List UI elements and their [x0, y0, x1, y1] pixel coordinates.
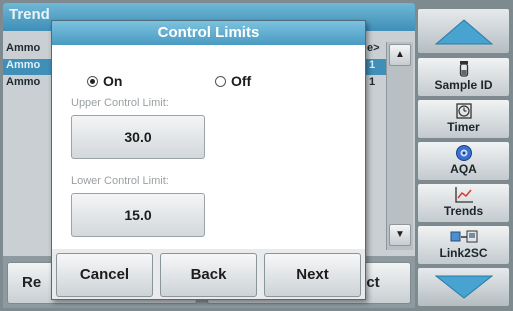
scroll-down-button[interactable]: ▼ — [389, 224, 411, 246]
lower-limit-field[interactable]: 15.0 — [71, 193, 205, 237]
dialog-footer: Cancel Back Next — [52, 249, 365, 299]
control-limits-dialog: Control Limits On Off Upper Control Limi… — [51, 20, 366, 300]
upper-limit-label: Upper Control Limit: — [71, 97, 169, 109]
next-button-label: Next — [296, 266, 329, 283]
sidebar-item-label: AQA — [450, 162, 477, 176]
sidebar-item-sample-id[interactable]: Sample ID — [417, 57, 510, 97]
dialog-title: Control Limits — [52, 21, 365, 45]
list-item-label: Ammo — [6, 42, 41, 54]
list-scrollbar[interactable]: ▲ ▼ — [386, 42, 413, 250]
back-button[interactable]: Back — [160, 253, 257, 297]
list-item-label: Ammo — [6, 76, 41, 88]
sidebar-item-link2sc[interactable]: Link2SC — [417, 225, 510, 265]
radio-off[interactable]: Off — [215, 73, 251, 89]
back-button-label: Back — [190, 266, 227, 283]
sidebar: Sample ID Timer AQA Trends Link2SC — [417, 3, 510, 308]
radio-on-label: On — [103, 73, 123, 89]
arrow-up-icon — [435, 19, 493, 45]
background-left-button-label: Re — [22, 274, 42, 291]
next-button[interactable]: Next — [264, 253, 361, 297]
sidebar-item-label: Timer — [447, 120, 480, 134]
dialog-body: On Off Upper Control Limit: 30.0 Lower C… — [52, 45, 365, 249]
list-item-value: 1 — [369, 76, 376, 88]
background-title: Trend — [9, 6, 50, 23]
sidebar-item-label: Sample ID — [434, 78, 493, 92]
upper-limit-field[interactable]: 30.0 — [71, 115, 205, 159]
lower-limit-value: 15.0 — [124, 207, 152, 223]
upper-limit-value: 30.0 — [124, 129, 152, 145]
sample-vial-icon — [418, 58, 509, 78]
list-item-value: 1 — [369, 59, 376, 71]
aqa-icon — [418, 142, 509, 162]
sidebar-item-trends[interactable]: Trends — [417, 183, 510, 223]
link2sc-icon — [418, 226, 509, 246]
nav-up-button[interactable] — [417, 8, 510, 54]
sidebar-item-label: Link2SC — [439, 246, 488, 260]
radio-unselected-icon — [215, 76, 226, 87]
timer-icon — [418, 100, 509, 120]
scroll-up-button[interactable]: ▲ — [389, 44, 411, 66]
radio-on[interactable]: On — [87, 73, 122, 89]
nav-down-button[interactable] — [417, 267, 510, 307]
sidebar-item-aqa[interactable]: AQA — [417, 141, 510, 181]
list-item-right: 1 — [366, 76, 386, 92]
sidebar-item-label: Trends — [443, 204, 484, 218]
cancel-button[interactable]: Cancel — [56, 253, 153, 297]
radio-selected-icon — [87, 76, 98, 87]
radio-off-label: Off — [231, 73, 252, 89]
trends-chart-icon — [418, 184, 509, 204]
cancel-button-label: Cancel — [79, 266, 130, 283]
list-item-label: Ammo — [6, 59, 41, 71]
lower-limit-label: Lower Control Limit: — [71, 175, 169, 187]
list-item-right: 1 — [366, 59, 386, 75]
list-item-right: e> — [366, 42, 386, 58]
list-item-value: e> — [367, 42, 380, 54]
arrow-down-icon — [435, 275, 493, 299]
sidebar-item-timer[interactable]: Timer — [417, 99, 510, 139]
